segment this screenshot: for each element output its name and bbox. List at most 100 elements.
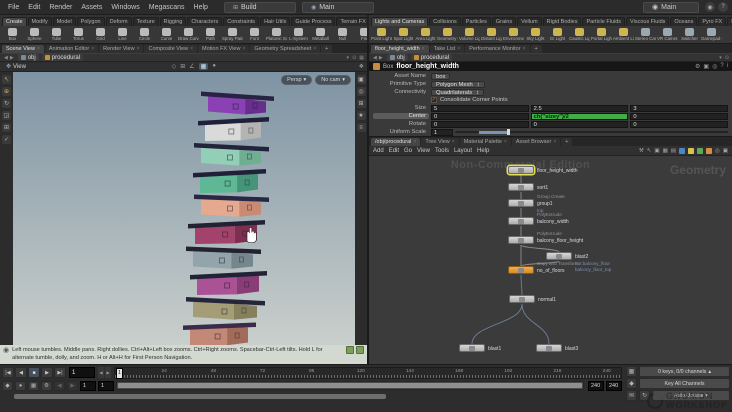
close-icon[interactable]: × [504, 139, 507, 145]
keyframe-icon[interactable]: ◆ [626, 378, 637, 389]
network-menu-tools[interactable]: Tools [435, 148, 449, 154]
shelf-tool-l-system[interactable]: L-System [288, 27, 309, 42]
path-node-chip[interactable]: procedural [41, 54, 84, 61]
add-pane-tab[interactable]: + [530, 45, 542, 53]
nav-arrows[interactable]: ◀ ▶ [372, 55, 384, 61]
viewport-tool-icon-5[interactable]: ✓ [2, 135, 11, 144]
current-frame-field[interactable]: 1 [69, 367, 95, 378]
shelf-tab-deform[interactable]: Deform [105, 17, 132, 26]
playback-range-slider[interactable] [116, 381, 584, 390]
shelf-tool-sky-light[interactable]: Sky Light [525, 27, 546, 42]
shelf-tool-grid[interactable]: Grid [90, 27, 111, 42]
param-dropdown[interactable]: Quadrilaterals ↕ [431, 88, 484, 96]
asset-name-value[interactable]: box [431, 72, 451, 80]
shelf-tool-spray-paint[interactable]: Spray Paint [222, 27, 243, 42]
network-tool-icon-0[interactable]: ⚒ [639, 148, 644, 154]
gear-icon[interactable]: ⚙ [695, 63, 700, 70]
pane-tab--obj-procedural[interactable]: /obj/procedural × [371, 138, 421, 146]
persp-button[interactable]: Persp ▾ [281, 75, 313, 85]
cook-icon[interactable]: ↻ [639, 390, 650, 401]
pane-tab-animation-editor[interactable]: Animation Editor × [44, 45, 99, 53]
snap-icon-2[interactable]: ∠ [189, 63, 194, 70]
node-blast1[interactable]: blast1 [459, 344, 501, 352]
menu-megascans[interactable]: Megascans [145, 3, 189, 12]
viewport[interactable]: ↖ ⊕ ↻ ◲ ⊞ ✓ Persp ▾ No cam ▾ ▣ ◎ ⊞ ★ ≡ [0, 72, 367, 345]
param-field[interactable]: ch("sizey")/2 [530, 112, 629, 120]
search-icon[interactable]: ◎ [712, 63, 717, 70]
stop-button[interactable]: ■ [28, 367, 40, 378]
layout-icon[interactable]: ▣ [703, 63, 709, 70]
network-canvas[interactable]: Non-Commercial Edition Geometry floor_he… [369, 156, 732, 364]
param-field[interactable]: 2.5 [530, 104, 629, 112]
network-menu-view[interactable]: View [417, 148, 430, 154]
shelf-tool-geometry-light[interactable]: Geometry Light [437, 27, 458, 42]
layout-icon[interactable]: ❖ [359, 63, 364, 70]
shelf-tab-create[interactable]: Create [2, 17, 27, 26]
range-end-field[interactable]: 240 [606, 380, 622, 391]
snap-icon-0[interactable]: ◇ [172, 63, 177, 70]
shelf-tab-polygon[interactable]: Polygon [76, 17, 105, 26]
close-icon[interactable]: × [452, 139, 455, 145]
pane-tab-tree-view[interactable]: Tree View × [421, 138, 459, 146]
pane-tab-floor-height-width[interactable]: floor_height_width × [371, 45, 429, 53]
shelf-tab-lights-and-cameras[interactable]: Lights and Cameras [371, 17, 429, 26]
shelf-tool-stereo-camera[interactable]: Stereo Camera [635, 27, 656, 42]
help-icon[interactable]: ? [718, 2, 728, 12]
network-menu-help[interactable]: Help [477, 148, 489, 154]
shelf-tool-caustic-light[interactable]: Caustic Light [569, 27, 590, 42]
network-tool-icon-1[interactable]: ↖ [647, 148, 652, 154]
shelf-tab-collisions[interactable]: Collisions [429, 17, 461, 26]
close-icon[interactable]: × [553, 139, 556, 145]
menu-render[interactable]: Render [45, 3, 76, 12]
pin-icon[interactable]: ⊙ [725, 55, 729, 61]
param-field[interactable]: 0 [630, 112, 729, 120]
shelf-tool-spot-light[interactable]: Spot Light [393, 27, 414, 42]
shelf-tool-font[interactable]: Font [244, 27, 265, 42]
display-option-icon-2[interactable]: ⊞ [356, 99, 366, 108]
horizontal-scrollbar[interactable] [14, 394, 386, 399]
network-tool-icon-2[interactable]: ▣ [654, 148, 659, 154]
shelf-tool-area-light[interactable]: Area Light [415, 27, 436, 42]
node-no_of_floors[interactable]: no_of_floors Copy and Transform [508, 261, 579, 274]
shelf-tab-hair-utils[interactable]: Hair Utils [260, 17, 291, 26]
viewport-tool-icon-0[interactable]: ↖ [2, 75, 11, 84]
back-icon[interactable]: ◀ [3, 55, 9, 61]
shelf-tab-characters[interactable]: Characters [187, 17, 223, 26]
menu-windows[interactable]: Windows [107, 3, 143, 12]
network-tool-icon-4[interactable]: ▤ [671, 148, 676, 154]
no-cam-button[interactable]: No cam ▾ [315, 75, 351, 85]
key-all-channels-button[interactable]: Key All Channels [639, 378, 730, 389]
playbar-option-icon-3[interactable]: ⚙ [41, 380, 52, 391]
shelf-tab-particle-fluids[interactable]: Particle Fluids [582, 17, 626, 26]
path-node-chip[interactable]: procedural [410, 54, 453, 61]
range-start-field[interactable]: 1 [80, 380, 96, 391]
shelf-tab-modify[interactable]: Modify [27, 17, 52, 26]
node-blast3[interactable]: blast3 [536, 344, 578, 352]
network-menu-add[interactable]: Add [373, 148, 384, 154]
pane-tab-motion-fx-view[interactable]: Motion FX View × [198, 45, 250, 53]
shelf-tool-point-light[interactable]: Point Light [371, 27, 392, 42]
param-dropdown[interactable]: Polygon Mesh ↕ [431, 80, 485, 88]
view-tool-button[interactable]: ✥ View [3, 63, 29, 71]
shelf-tool-draw-curve[interactable]: Draw Curve [178, 27, 199, 42]
shelf-tab-model[interactable]: Model [52, 17, 76, 26]
close-icon[interactable]: × [190, 46, 193, 52]
shelf-tool-curve[interactable]: Curve [156, 27, 177, 42]
shelf-tool-distant-light[interactable]: Distant Light [481, 27, 502, 42]
snap-icon-4[interactable]: ● [212, 63, 216, 70]
go-end-button[interactable]: ▶| [54, 367, 66, 378]
shelf-tab-vellum[interactable]: Vellum [517, 17, 542, 26]
shelf-tool-platonic-solids[interactable]: Platonic Solids [266, 27, 287, 42]
info-icon[interactable]: i [727, 63, 728, 70]
auto-update-button[interactable]: Auto Update ▾ [652, 390, 730, 401]
node-floor_height_width[interactable]: floor_height_width [508, 166, 578, 174]
palette-color-1[interactable] [687, 147, 694, 154]
node-normal1[interactable]: normal1 [509, 295, 556, 303]
shelf-tab-terrain-fx[interactable]: Terrain FX [336, 17, 367, 26]
shelf-tab-guide-process[interactable]: Guide Process [291, 17, 336, 26]
shelf-tool-circle[interactable]: Circle [134, 27, 155, 42]
shelf-tool-volume-light[interactable]: Volume Light [459, 27, 480, 42]
network-menu-go[interactable]: Go [404, 148, 412, 154]
prev-key-icon[interactable]: ◀ [54, 380, 65, 391]
network-menu-edit[interactable]: Edit [389, 148, 399, 154]
